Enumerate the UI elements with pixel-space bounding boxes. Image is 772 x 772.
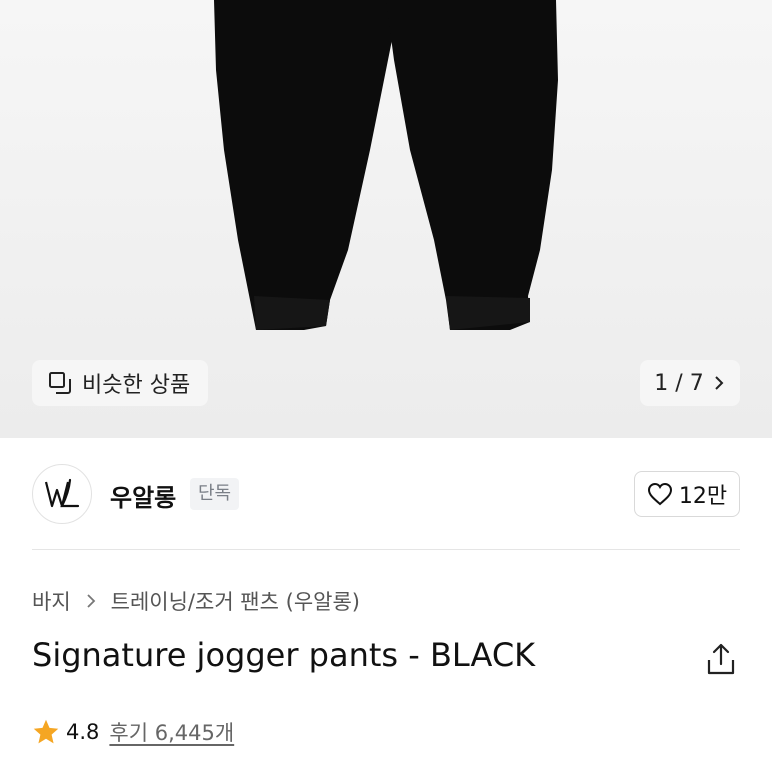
brand-logo[interactable] — [32, 464, 92, 524]
reviews-link[interactable]: 후기 6,445개 — [109, 717, 234, 747]
chevron-right-icon — [87, 594, 95, 608]
rating-row: 4.8 후기 6,445개 — [32, 714, 234, 750]
gallery-pager-text: 1 / 7 — [654, 370, 704, 396]
heart-icon — [647, 482, 672, 506]
brand-row: 우알롱 단독 12만 — [32, 462, 740, 526]
brand-name-link[interactable]: 우알롱 — [110, 478, 176, 513]
product-title: Signature jogger pants - BLACK — [32, 636, 536, 674]
exclusive-badge: 단독 — [190, 478, 240, 510]
share-icon[interactable] — [705, 642, 737, 676]
gallery-pager-button[interactable]: 1 / 7 — [640, 360, 740, 406]
like-button[interactable]: 12만 — [634, 471, 740, 517]
product-image-gallery[interactable]: 비슷한 상품 1 / 7 — [0, 0, 772, 438]
overlap-squares-icon — [49, 372, 71, 394]
rating-score: 4.8 — [66, 720, 100, 744]
similar-products-button[interactable]: 비슷한 상품 — [32, 360, 208, 406]
chevron-right-icon — [714, 376, 724, 390]
star-icon — [33, 719, 59, 744]
breadcrumb-item-subcategory[interactable]: 트레이닝/조거 팬츠 (우알롱) — [111, 586, 360, 616]
similar-products-label: 비슷한 상품 — [82, 373, 191, 398]
brand-logo-mark — [44, 478, 80, 508]
breadcrumb-item-category[interactable]: 바지 — [32, 586, 71, 616]
like-count: 12만 — [678, 484, 728, 509]
divider — [32, 549, 740, 550]
breadcrumb: 바지 트레이닝/조거 팬츠 (우알롱) — [32, 586, 360, 616]
